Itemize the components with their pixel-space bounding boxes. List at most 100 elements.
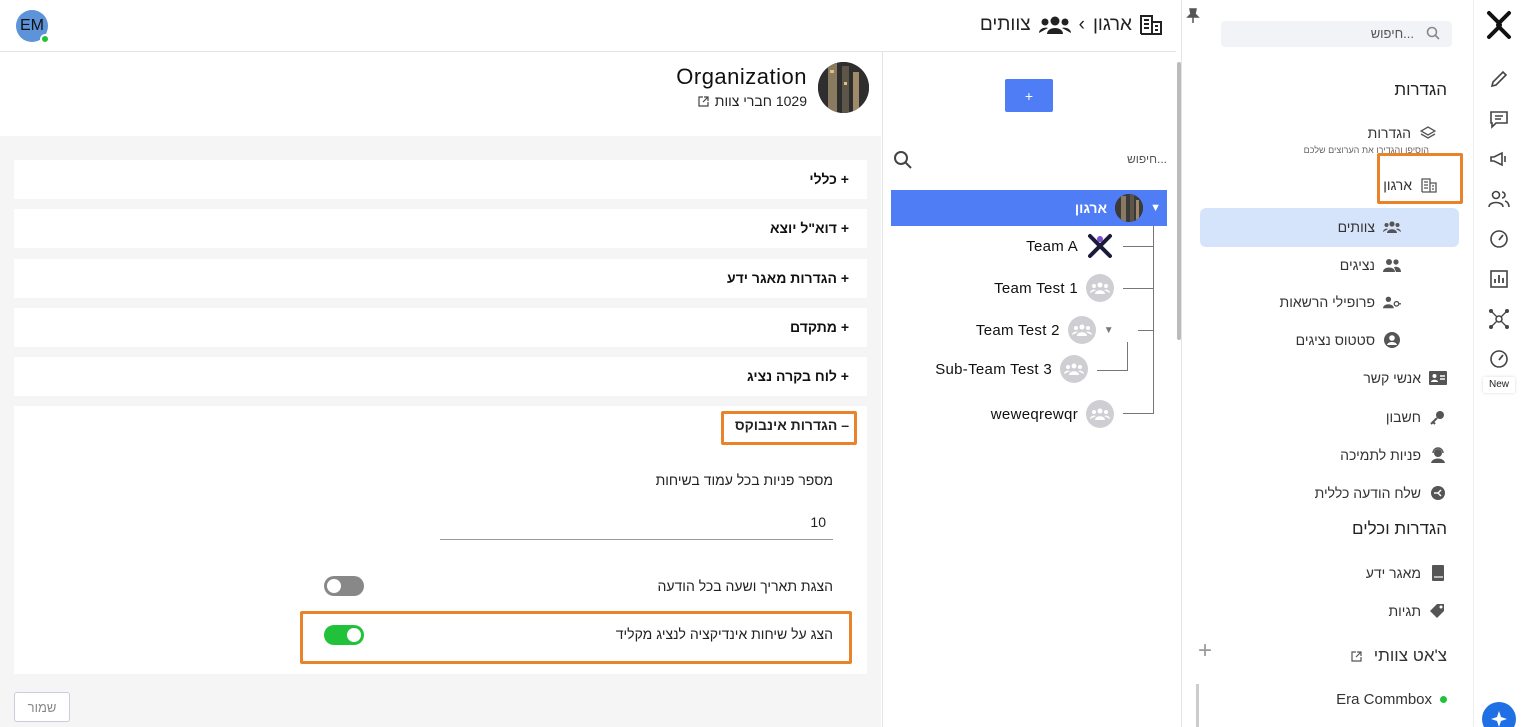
sidebar-item-teams-label: צוותים xyxy=(1337,219,1375,235)
tree-team-weweqrewqr[interactable]: weweqrewqr xyxy=(991,400,1114,428)
search-icon xyxy=(894,151,912,169)
tree-line xyxy=(1097,370,1128,371)
organization-header: Organization 1029 חברי צוות xyxy=(0,52,881,136)
sidebar-item-contacts[interactable]: אנשי קשר xyxy=(1363,369,1447,387)
tree-root-label: ארגון xyxy=(1074,200,1107,216)
sidebar-item-tags[interactable]: תגיות xyxy=(1388,602,1447,620)
agent-status-icon xyxy=(1383,331,1401,349)
sparkle-icon xyxy=(1491,711,1507,727)
icon-rail: New xyxy=(1473,0,1525,727)
sidebar-item-contacts-label: אנשי קשר xyxy=(1363,370,1421,386)
accordion-knowledge-base[interactable]: + הגדרות מאגר ידע xyxy=(14,259,867,298)
tree-line xyxy=(1153,226,1154,414)
per-page-label: מספר פניות בכל עמוד בשיחות xyxy=(655,472,833,488)
teams-icon xyxy=(1038,15,1071,35)
accordion-advanced[interactable]: + מתקדם xyxy=(14,308,867,347)
section-team-chat-label: צ'אט צוותי xyxy=(1373,646,1447,665)
bar-chart-icon[interactable] xyxy=(1486,266,1512,292)
ai-assistant-button[interactable] xyxy=(1482,702,1516,727)
external-link-icon xyxy=(1348,647,1366,665)
accordion-agent-dashboard[interactable]: + לוח בקרה נציג xyxy=(14,357,867,396)
gauge-icon[interactable] xyxy=(1486,226,1512,252)
save-button[interactable]: שמור xyxy=(14,692,70,722)
section-tools-title: הגדרות וכלים xyxy=(1352,519,1447,538)
network-icon[interactable] xyxy=(1486,306,1512,332)
breadcrumb-org[interactable]: ארגון xyxy=(1093,14,1132,36)
pin-icon[interactable] xyxy=(1186,8,1200,24)
sidebar-item-agent-status-label: סטטוס נציגים xyxy=(1295,332,1375,348)
sidebar-item-agent-status[interactable]: סטטוס נציגים xyxy=(1296,331,1401,349)
tree-root-organization[interactable]: ▼ ארגון xyxy=(891,190,1167,226)
per-page-input[interactable]: 10 xyxy=(810,514,826,530)
tree-search[interactable]: חיפוש... xyxy=(893,150,1167,172)
sidebar-item-settings[interactable]: הגדרות xyxy=(1368,124,1437,142)
chat-icon[interactable] xyxy=(1486,106,1512,132)
accordion-outgoing-email-label: + דוא"ל יוצא xyxy=(769,220,849,236)
sidebar-item-tags-label: תגיות xyxy=(1388,603,1421,619)
tree-line xyxy=(1123,413,1153,414)
accordion-inbox-settings: – הגדרות אינבוקס מספר פניות בכל עמוד בשי… xyxy=(14,406,867,674)
tree-team-test-2[interactable]: ▼ Team Test 2 xyxy=(976,316,1114,344)
chat-item-label: Era Commbox xyxy=(1336,691,1432,708)
sidebar-item-permission-profiles-label: פרופילי הרשאות xyxy=(1279,294,1375,310)
users-icon[interactable] xyxy=(1486,186,1512,212)
add-team-button[interactable]: + xyxy=(1005,79,1053,112)
accordion-advanced-label: + מתקדם xyxy=(790,319,849,335)
sidebar-search[interactable]: חיפוש... xyxy=(1221,21,1452,47)
team-avatar-icon xyxy=(1086,274,1114,302)
external-link-icon xyxy=(698,95,709,107)
organization-avatar xyxy=(818,62,869,113)
accordion-general[interactable]: + כללי xyxy=(14,160,867,199)
megaphone-icon[interactable] xyxy=(1486,146,1512,172)
sidebar-item-permission-profiles[interactable]: פרופילי הרשאות xyxy=(1280,293,1401,311)
sidebar-item-agents[interactable]: נציגים xyxy=(1340,256,1401,274)
sidebar-search-placeholder: חיפוש... xyxy=(1370,26,1414,41)
add-team-chat-icon[interactable]: + xyxy=(1198,637,1212,665)
search-icon xyxy=(1426,26,1440,40)
expand-arrow-icon[interactable]: ▼ xyxy=(1104,325,1114,336)
user-avatar[interactable]: EM xyxy=(16,10,50,44)
expand-arrow-icon[interactable]: ▼ xyxy=(1150,202,1161,214)
tree-team-label: Sub-Team Test 3 xyxy=(935,360,1052,378)
account-icon xyxy=(1429,408,1447,426)
per-page-underline xyxy=(440,539,833,540)
sidebar-item-support-label: פניות לתמיכה xyxy=(1340,447,1421,463)
vertical-scrollbar[interactable] xyxy=(1177,62,1181,340)
building-icon xyxy=(1140,15,1162,35)
tree-sub-team-test-3[interactable]: Sub-Team Test 3 xyxy=(935,355,1088,383)
team-logo-icon xyxy=(1086,232,1114,260)
team-avatar-icon xyxy=(1067,316,1096,344)
sidebar-item-settings-label: הגדרות xyxy=(1367,125,1411,141)
sidebar-item-account[interactable]: חשבון xyxy=(1386,408,1447,426)
broadcast-icon xyxy=(1429,484,1447,502)
toggle-knob xyxy=(327,579,341,593)
gauge-new-icon[interactable] xyxy=(1486,346,1512,372)
accordion-knowledge-base-label: + הגדרות מאגר ידע xyxy=(726,270,849,286)
online-status-icon xyxy=(40,34,50,44)
breadcrumb: ארגון › צוותים xyxy=(980,14,1162,36)
tree-team-test-1[interactable]: Team Test 1 xyxy=(994,274,1114,302)
sidebar-item-broadcast[interactable]: שלח הודעה כללית xyxy=(1315,484,1447,502)
pencil-icon[interactable] xyxy=(1486,66,1512,92)
sidebar-item-knowledge-base[interactable]: מאגר ידע xyxy=(1366,564,1447,582)
sidebar-item-account-label: חשבון xyxy=(1385,409,1421,425)
sidebar-active-bg xyxy=(1200,208,1459,247)
highlight-typing-indicator xyxy=(300,611,852,664)
tags-icon xyxy=(1429,602,1447,620)
contacts-icon xyxy=(1429,369,1447,387)
settings-sidebar: חיפוש... הגדרות הגדרות הוסיפו והגדירו את… xyxy=(1181,0,1473,727)
sidebar-item-support[interactable]: פניות לתמיכה xyxy=(1340,446,1447,464)
chat-item-era-commbox[interactable]: Era Commbox xyxy=(1336,691,1447,708)
logo-icon[interactable] xyxy=(1484,10,1514,40)
tree-team-a[interactable]: Team A xyxy=(1026,232,1114,260)
show-date-toggle[interactable] xyxy=(324,576,364,596)
breadcrumb-separator: › xyxy=(1078,14,1085,35)
organization-members-link[interactable]: 1029 חברי צוות xyxy=(698,93,807,109)
section-team-chat[interactable]: צ'אט צוותי xyxy=(1348,646,1447,666)
sidebar-item-teams[interactable]: צוותים xyxy=(1338,218,1401,236)
support-icon xyxy=(1429,446,1447,464)
accordion-outgoing-email[interactable]: + דוא"ל יוצא xyxy=(14,209,867,248)
highlight-organization xyxy=(1377,153,1463,204)
agents-icon xyxy=(1383,256,1401,274)
team-avatar-icon xyxy=(1086,400,1114,428)
